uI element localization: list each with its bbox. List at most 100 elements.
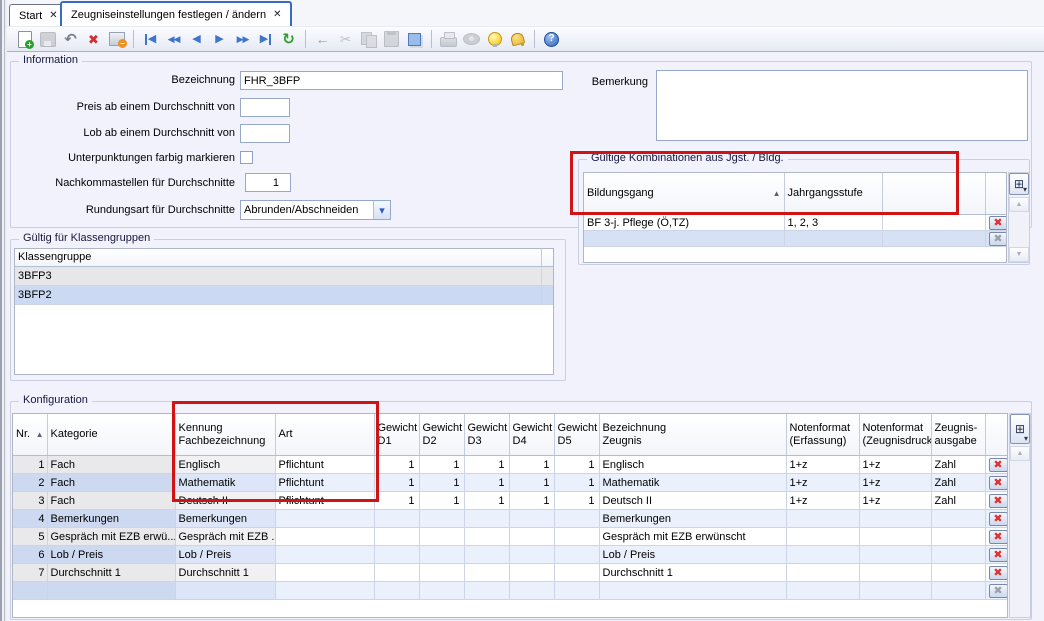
cell-kategorie[interactable]: Fach <box>47 456 175 474</box>
cut-icon[interactable]: ✂ <box>335 29 356 49</box>
cell-d1[interactable]: 1 <box>374 456 419 474</box>
cell-d2[interactable] <box>419 510 464 528</box>
cell-nr[interactable]: 6 <box>13 546 47 564</box>
cell-d4[interactable] <box>509 528 554 546</box>
column-header-nr[interactable]: Nr.▲ <box>13 414 47 456</box>
cell-aus[interactable]: Zahl <box>931 456 985 474</box>
cell-nfd[interactable] <box>859 546 931 564</box>
cell-art[interactable]: Pflichtunt <box>275 456 374 474</box>
cell-nfe[interactable]: 1+z <box>786 492 859 510</box>
column-chooser-button[interactable]: ⊞ ▾ <box>1009 173 1029 195</box>
lob-input[interactable] <box>240 124 290 143</box>
notification-bell-icon[interactable] <box>507 29 528 49</box>
cell-d5[interactable] <box>554 582 599 600</box>
cell-name[interactable]: 3BFP2 <box>15 285 541 304</box>
cell-kategorie[interactable]: Durchschnitt 1 <box>47 564 175 582</box>
cell-nr[interactable] <box>13 582 47 600</box>
cell-nfe[interactable] <box>786 510 859 528</box>
cell-aus[interactable]: Zahl <box>931 492 985 510</box>
tab-zeugniseinstellungen[interactable]: Zeugniseinstellungen festlegen / ändern … <box>60 1 292 26</box>
preis-input[interactable] <box>240 98 290 117</box>
cell-bezeichnung[interactable]: Durchschnitt 1 <box>599 564 786 582</box>
cell-bezeichnung[interactable]: Deutsch II <box>599 492 786 510</box>
scroll-down-button[interactable]: ▼ <box>1009 247 1029 262</box>
cell-d4[interactable]: 1 <box>509 456 554 474</box>
cell-art[interactable] <box>275 564 374 582</box>
cell-art[interactable]: Pflichtunt <box>275 474 374 492</box>
cell-kategorie[interactable]: Bemerkungen <box>47 510 175 528</box>
column-header-notenformat-zeugnisdruck[interactable]: Notenformat (Zeugnisdruck) <box>859 414 931 456</box>
cell-nfe[interactable]: 1+z <box>786 474 859 492</box>
rundungsart-select[interactable]: Abrunden/Abschneiden ▾ <box>240 200 391 220</box>
column-header-jahrgangsstufe[interactable]: Jahrgangsstufe <box>784 173 882 215</box>
cell-d3[interactable] <box>464 510 509 528</box>
cell-d3[interactable] <box>464 528 509 546</box>
cell-kategorie[interactable]: Fach <box>47 474 175 492</box>
print-icon[interactable] <box>438 29 459 49</box>
delete-record-icon[interactable]: ✖ <box>83 29 104 49</box>
cell-d4[interactable] <box>509 564 554 582</box>
cell-d4[interactable]: 1 <box>509 474 554 492</box>
cell-nfd[interactable] <box>859 510 931 528</box>
select-region-icon[interactable] <box>404 29 425 49</box>
delete-row-button[interactable]: ✖ <box>989 476 1008 490</box>
cell-d3[interactable] <box>464 582 509 600</box>
cell-nfd[interactable] <box>859 564 931 582</box>
cell-aus[interactable] <box>931 528 985 546</box>
cell-d2[interactable] <box>419 528 464 546</box>
nav-fast-back-icon[interactable]: ◀◀ <box>163 29 184 49</box>
column-header-gewicht-d5[interactable]: Gewicht D5 <box>554 414 599 456</box>
cell-nfe[interactable] <box>786 546 859 564</box>
cell-d4[interactable] <box>509 582 554 600</box>
cell-name[interactable]: 3BFP3 <box>15 266 541 285</box>
cell-d2[interactable]: 1 <box>419 492 464 510</box>
cell-art[interactable] <box>275 510 374 528</box>
chevron-down-icon[interactable]: ▾ <box>373 201 390 219</box>
cell-d2[interactable]: 1 <box>419 456 464 474</box>
cell-d5[interactable] <box>554 546 599 564</box>
cell-kennung[interactable]: Durchschnitt 1 <box>175 564 275 582</box>
cell-aus[interactable]: Zahl <box>931 474 985 492</box>
cell-art[interactable] <box>275 582 374 600</box>
column-header-kennung[interactable]: Kennung Fachbezeichnung <box>175 414 275 456</box>
cell-kennung[interactable]: Bemerkungen <box>175 510 275 528</box>
copy-icon[interactable] <box>358 29 379 49</box>
cell-jahrgangsstufe[interactable] <box>784 231 882 247</box>
nachkommastellen-input[interactable] <box>245 173 291 192</box>
bezeichnung-input[interactable] <box>240 71 563 90</box>
cell-nr[interactable]: 2 <box>13 474 47 492</box>
cell-d1[interactable]: 1 <box>374 492 419 510</box>
cell-nfd[interactable]: 1+z <box>859 474 931 492</box>
cell-kategorie[interactable] <box>47 582 175 600</box>
nav-first-icon[interactable]: ◀ <box>140 29 161 49</box>
cell-d1[interactable] <box>374 582 419 600</box>
cell-nfe[interactable] <box>786 528 859 546</box>
cell-nfd[interactable]: 1+z <box>859 492 931 510</box>
cell-nfe[interactable] <box>786 582 859 600</box>
cell-bezeichnung[interactable]: Lob / Preis <box>599 546 786 564</box>
cell-d4[interactable]: 1 <box>509 492 554 510</box>
cell-nfd[interactable] <box>859 582 931 600</box>
cell-d3[interactable] <box>464 564 509 582</box>
cell-d1[interactable] <box>374 510 419 528</box>
column-header-zeugnisausgabe[interactable]: Zeugnis- ausgabe <box>931 414 985 456</box>
cell-bezeichnung[interactable]: Mathematik <box>599 474 786 492</box>
scrollbar-track[interactable] <box>1009 212 1029 247</box>
cell-d1[interactable] <box>374 564 419 582</box>
cell-kennung[interactable] <box>175 582 275 600</box>
cell-d1[interactable] <box>374 546 419 564</box>
cell-bildungsgang[interactable]: BF 3-j. Pflege (Ö,TZ) <box>584 215 784 231</box>
delete-row-button[interactable]: ✖ <box>989 530 1008 544</box>
cell-nfd[interactable]: 1+z <box>859 456 931 474</box>
bemerkung-textarea[interactable] <box>656 70 1028 141</box>
save-icon[interactable] <box>37 29 58 49</box>
cell-blank[interactable] <box>882 215 985 231</box>
cell-d3[interactable] <box>464 546 509 564</box>
cell-art[interactable]: Pflichtunt <box>275 492 374 510</box>
cell-d1[interactable] <box>374 528 419 546</box>
cell-kennung[interactable]: Mathematik <box>175 474 275 492</box>
delete-row-button[interactable]: ✖ <box>989 584 1008 598</box>
nav-last-icon[interactable]: ▶ <box>255 29 276 49</box>
cell-art[interactable] <box>275 528 374 546</box>
cell-bezeichnung[interactable] <box>599 582 786 600</box>
